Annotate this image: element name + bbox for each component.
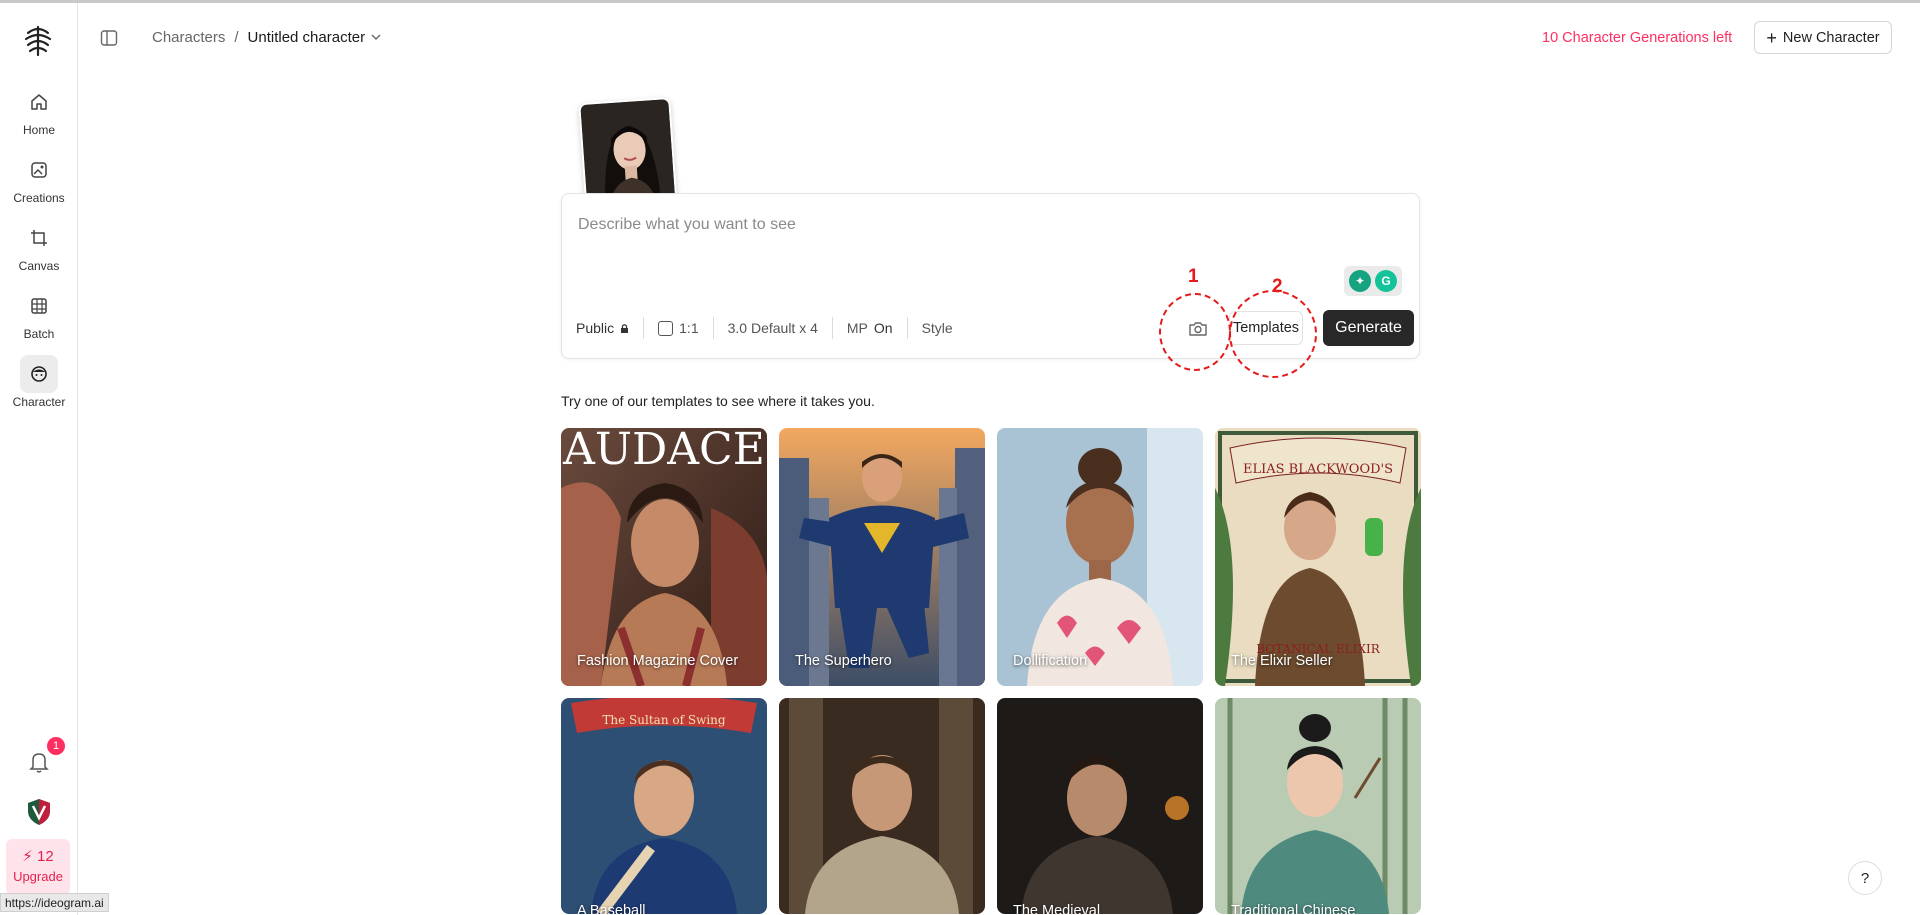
upgrade-label: Upgrade [13, 869, 63, 884]
annotation-number-2: 2 [1272, 276, 1283, 297]
baseball-template-image: The Sultan of Swing [561, 698, 767, 914]
character-name: Untitled character [247, 29, 366, 46]
template-card-elixir[interactable]: ELIAS BLACKWOOD'S BOTANICAL ELIXIR The E… [1215, 428, 1421, 686]
template-card-title: The Elixir Seller [1231, 653, 1333, 669]
model-value: 3.0 Default x 4 [727, 320, 818, 336]
sidebar-item-label: Batch [23, 327, 55, 341]
svg-text:AUDACE: AUDACE [562, 428, 765, 475]
medieval-template-image [997, 698, 1203, 914]
window-top-border [0, 0, 1920, 3]
lightbulb-extension-icon[interactable]: ✦ [1349, 270, 1371, 292]
lock-icon [621, 323, 629, 333]
templates-intro-text: Try one of our templates to see where it… [561, 393, 875, 409]
template-card-fashion[interactable]: AUDACE Fashion Magazine Cover [561, 428, 767, 686]
template-card-title: Fashion Magazine Cover [577, 653, 739, 669]
browser-extension-icons: ✦ G [1344, 266, 1402, 296]
breadcrumb: Characters / Untitled character [152, 29, 381, 46]
style-selector[interactable]: Style [908, 317, 967, 339]
help-button[interactable]: ? [1848, 861, 1882, 895]
status-bar-url: https://ideogram.ai [0, 893, 109, 912]
sidebar-item-batch[interactable]: Batch [0, 287, 78, 347]
generate-button[interactable]: Generate [1323, 310, 1414, 346]
plus-icon: + [1766, 27, 1777, 48]
annotation-circle-2 [1229, 290, 1317, 378]
aspect-ratio-value: 1:1 [679, 320, 699, 336]
crop-icon [20, 219, 58, 257]
grid-icon [20, 287, 58, 325]
breadcrumb-separator: / [234, 29, 239, 46]
template-card-superhero[interactable]: The Superhero [779, 428, 985, 686]
template-card-chinese[interactable]: Traditional Chinese [1215, 698, 1421, 914]
prompt-input[interactable] [578, 216, 1358, 234]
breadcrumb-characters-link[interactable]: Characters [152, 29, 225, 46]
template-card-medieval[interactable]: The Medieval [997, 698, 1203, 914]
sidebar-item-canvas[interactable]: Canvas [0, 219, 78, 279]
sidebar-item-label: Creations [13, 191, 65, 205]
credits-count: ⚡ 12 [6, 847, 70, 865]
sidebar-item-creations[interactable]: Creations [0, 151, 78, 211]
dollification-template-image [997, 428, 1203, 686]
template-card-baseball[interactable]: The Sultan of Swing A Baseball [561, 698, 767, 914]
sidebar-item-character[interactable]: Character [0, 355, 78, 415]
credits-value: 12 [37, 848, 54, 865]
image-icon [20, 151, 58, 189]
lightning-icon: ⚡ [22, 848, 33, 865]
fashion-template-image: AUDACE [561, 428, 767, 686]
chevron-down-icon [371, 34, 381, 40]
new-character-label: New Character [1782, 29, 1880, 46]
aspect-ratio-selector[interactable]: 1:1 [644, 317, 712, 339]
superhero-template-image [779, 428, 985, 686]
home-icon [20, 83, 58, 121]
template-card-dollification[interactable]: Dollification [997, 428, 1203, 686]
annotation-number-1: 1 [1188, 266, 1199, 287]
template-card-title: The Superhero [795, 653, 892, 669]
sidebar-item-label: Home [22, 123, 55, 137]
svg-text:ELIAS BLACKWOOD'S: ELIAS BLACKWOOD'S [1243, 462, 1393, 477]
visibility-toggle[interactable]: Public [562, 317, 643, 339]
new-character-button[interactable]: + New Character [1754, 21, 1892, 54]
elixir-template-image: ELIAS BLACKWOOD'S BOTANICAL ELIXIR [1215, 428, 1421, 686]
template-card-roman[interactable] [779, 698, 985, 914]
grammarly-icon[interactable]: G [1375, 270, 1397, 292]
user-avatar-shield-icon[interactable] [26, 798, 52, 826]
magic-prompt-toggle[interactable]: MP On [833, 317, 907, 339]
template-card-title: A Baseball [577, 903, 646, 914]
ideogram-logo-icon[interactable] [20, 23, 56, 59]
aspect-ratio-icon [658, 320, 674, 336]
sidebar-toggle-icon[interactable] [100, 29, 118, 47]
upgrade-button[interactable]: ⚡ 12 Upgrade [6, 839, 70, 895]
template-card-title: Traditional Chinese [1231, 903, 1356, 914]
sidebar-item-label: Character [12, 395, 66, 409]
magic-prompt-value: On [873, 320, 893, 336]
generations-left-text: 10 Character Generations left [1542, 30, 1733, 46]
magic-prompt-label: MP [846, 320, 868, 336]
style-label: Style [921, 320, 953, 336]
roman-template-image [779, 698, 985, 914]
svg-text:The Sultan of Swing: The Sultan of Swing [602, 713, 725, 727]
sidebar: Home Creations Canvas Batch Character 1 [0, 3, 78, 915]
chinese-template-image [1215, 698, 1421, 914]
annotation-circle-1 [1159, 293, 1231, 371]
template-card-title: The Medieval [1013, 903, 1101, 914]
template-card-title: Dollification [1013, 653, 1088, 669]
sidebar-item-home[interactable]: Home [0, 83, 78, 143]
face-icon [20, 355, 58, 393]
model-selector[interactable]: 3.0 Default x 4 [714, 317, 832, 339]
visibility-label: Public [576, 320, 615, 336]
character-name-dropdown[interactable]: Untitled character [248, 29, 382, 46]
sidebar-item-label: Canvas [18, 259, 60, 273]
notification-badge: 1 [47, 737, 65, 755]
